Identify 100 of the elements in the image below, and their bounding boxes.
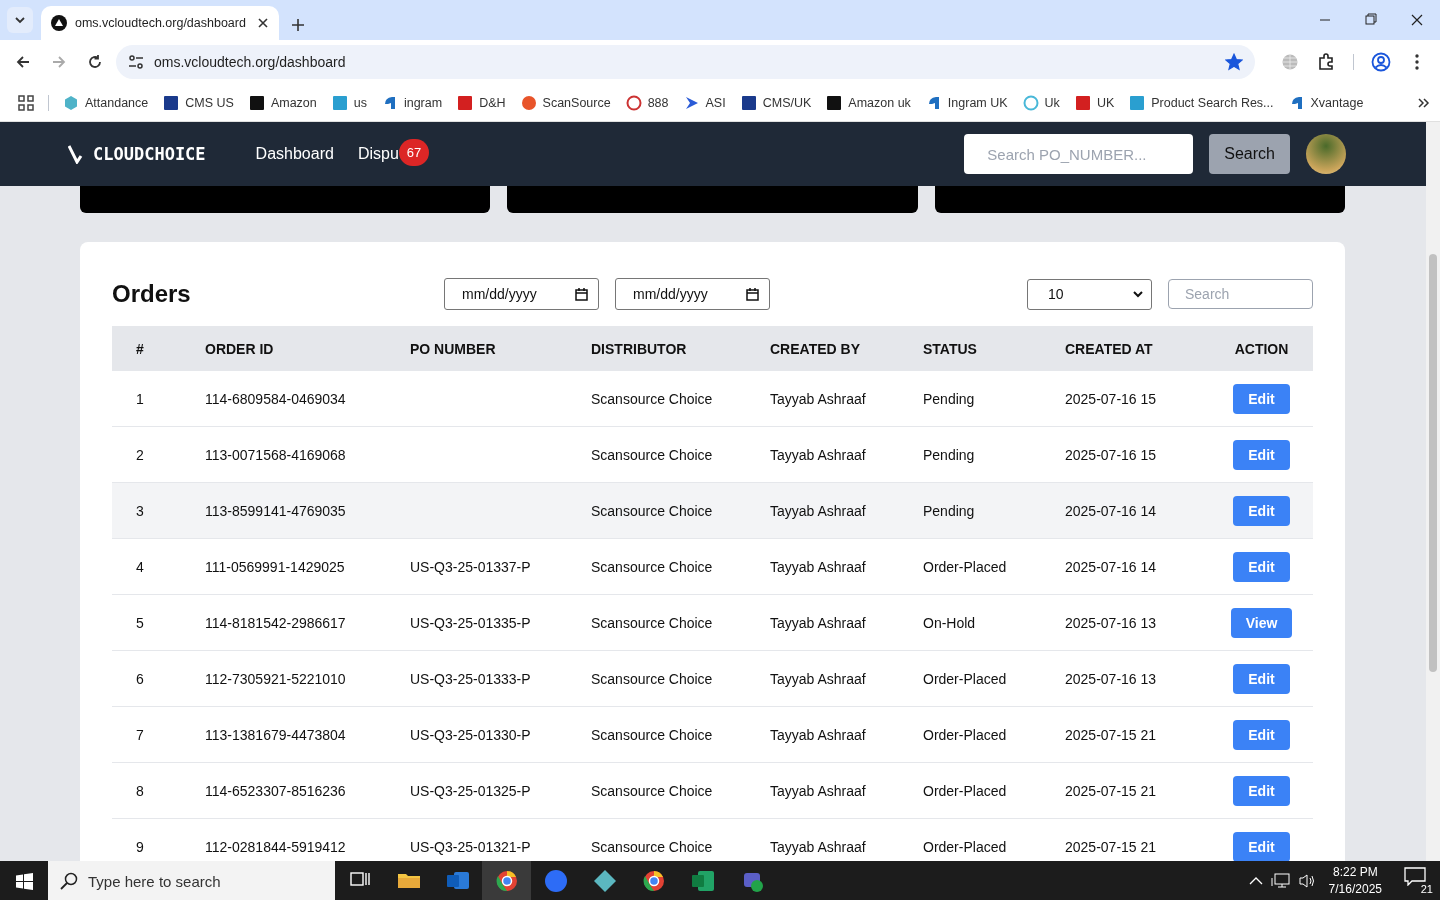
nav-link[interactable]: Dashboard xyxy=(255,145,334,163)
table-cell-text: US-Q3-25-01321-P xyxy=(410,838,532,855)
bookmark-item[interactable]: ASI xyxy=(677,94,732,111)
bookmark-icon xyxy=(520,94,537,111)
date-field[interactable]: mm/dd/yyyy xyxy=(444,278,599,310)
search-field[interactable]: Search xyxy=(1168,279,1313,309)
action-button[interactable]: View xyxy=(1230,607,1293,638)
table-cell-text: Tayyab Ashraaf xyxy=(770,446,867,463)
date-field[interactable]: mm/dd/yyyy xyxy=(615,278,770,310)
apps-icon[interactable] xyxy=(18,94,34,111)
url-text: oms.vcloudtech.org/dashboard xyxy=(154,54,347,70)
nav-link[interactable]: Dispu xyxy=(357,145,399,163)
close-icon[interactable] xyxy=(257,17,269,29)
new-tab-icon[interactable] xyxy=(291,18,305,32)
scrollbar-thumb[interactable] xyxy=(1429,254,1437,672)
scrollbar[interactable] xyxy=(1426,122,1440,861)
bookmark-item[interactable]: Xvantage xyxy=(1282,94,1370,111)
action-button[interactable]: Edit xyxy=(1233,551,1290,582)
table-cell-text: Tayyab Ashraaf xyxy=(770,838,867,855)
bookmark-icon xyxy=(331,94,348,111)
table-cell-text: Pending xyxy=(923,502,976,519)
bookmark-item[interactable]: 888 xyxy=(619,94,675,111)
bookmark-item[interactable]: us xyxy=(325,94,373,111)
table-cell-text: Scansource Choice xyxy=(591,614,714,631)
browser-icon[interactable] xyxy=(494,869,519,893)
site-settings-icon[interactable] xyxy=(128,54,144,70)
network-icon[interactable] xyxy=(1270,873,1291,889)
menu-icon[interactable] xyxy=(1415,54,1419,70)
table-cell-text: US-Q3-25-01325-P xyxy=(410,782,532,799)
bookmark-item[interactable]: ScanSource xyxy=(514,94,617,111)
table-cell-text: Scansource Choice xyxy=(591,838,714,855)
bookmark-item[interactable]: Attandance xyxy=(57,94,155,111)
spreadsheet-icon[interactable] xyxy=(690,869,715,893)
windows-icon[interactable] xyxy=(15,872,33,890)
tab-title: oms.vcloudtech.org/dashboard xyxy=(75,16,247,30)
column-header: # xyxy=(135,340,145,357)
action-button[interactable]: Edit xyxy=(1233,439,1290,470)
search-button[interactable]: Search xyxy=(1209,134,1290,174)
chevron-icon[interactable] xyxy=(1418,96,1430,109)
bookmark-item[interactable]: ingram xyxy=(375,94,449,111)
bookmark-item[interactable]: CMS US xyxy=(157,94,240,111)
bookmark-item[interactable]: Amazon xyxy=(242,94,323,111)
action-button[interactable]: Edit xyxy=(1233,663,1290,694)
avatar[interactable] xyxy=(1306,134,1346,174)
bookmark-icon xyxy=(1022,94,1039,111)
table-cell-text: 2025-07-16 13 xyxy=(1065,670,1158,687)
volume-icon[interactable] xyxy=(1298,873,1317,889)
video-call-icon[interactable] xyxy=(543,869,568,893)
bookmark-item[interactable]: CMS/UK xyxy=(734,94,818,111)
calendar-icon[interactable] xyxy=(746,287,759,301)
table-cell-text: 6 xyxy=(135,670,145,687)
diamond-icon[interactable] xyxy=(592,869,617,893)
search-field[interactable]: Type here to search xyxy=(48,861,335,900)
table-cell-text: 114-6523307-8516236 xyxy=(205,782,347,799)
back-icon[interactable] xyxy=(15,54,31,70)
table-cell-text: Tayyab Ashraaf xyxy=(770,502,867,519)
table-cell-text: 112-7305921-5221010 xyxy=(205,670,347,687)
bookmark-item[interactable]: D&H xyxy=(451,94,512,111)
table-cell-text: 2025-07-16 15 xyxy=(1065,390,1158,407)
table-cell-text: Scansource Choice xyxy=(591,390,714,407)
logo-text: CLOUDCHOICE xyxy=(93,144,206,164)
table-cell-text: Order-Placed xyxy=(923,726,1008,743)
table-cell-text: Pending xyxy=(923,390,976,407)
table-cell-text: Order-Placed xyxy=(923,782,1008,799)
bookmark-icon xyxy=(625,94,642,111)
action-button[interactable]: Edit xyxy=(1233,383,1290,414)
notifications-button[interactable]: 21 xyxy=(1404,866,1434,896)
bookmark-item[interactable]: Product Search Res... xyxy=(1123,94,1280,111)
table-cell-text: US-Q3-25-01337-P xyxy=(410,558,532,575)
chevron-up-icon[interactable] xyxy=(1248,876,1263,886)
action-button[interactable]: Edit xyxy=(1233,775,1290,806)
bookmark-item[interactable]: UK xyxy=(1068,94,1121,111)
table-cell-text: Tayyab Ashraaf xyxy=(770,726,867,743)
bookmark-icon xyxy=(826,94,843,111)
action-button[interactable]: Edit xyxy=(1233,495,1290,526)
bookmark-star-icon[interactable] xyxy=(1225,53,1243,71)
bookmark-icon xyxy=(1074,94,1091,111)
page-size-select[interactable]: 10 xyxy=(1027,278,1152,310)
extensions-icon[interactable] xyxy=(1317,53,1335,71)
table-cell-text: 2025-07-16 14 xyxy=(1065,558,1158,575)
calendar-icon[interactable] xyxy=(575,287,588,301)
column-header: PO NUMBER xyxy=(410,340,497,357)
bookmark-item[interactable]: Ingram UK xyxy=(919,94,1014,111)
tab-list-button[interactable] xyxy=(7,7,33,33)
reload-icon[interactable] xyxy=(87,54,103,70)
table-cell-text: 111-0569991-1429025 xyxy=(205,558,346,575)
bookmark-item[interactable]: Amazon uk xyxy=(820,94,917,111)
browser-icon[interactable] xyxy=(641,869,666,893)
address-bar[interactable]: oms.vcloudtech.org/dashboard xyxy=(116,45,1255,79)
action-button[interactable]: Edit xyxy=(1233,831,1290,861)
browser-tab[interactable]: oms.vcloudtech.org/dashboard xyxy=(41,6,279,40)
bookmark-item[interactable]: Uk xyxy=(1016,94,1066,111)
column-header: ORDER ID xyxy=(205,340,275,357)
search-field[interactable]: Search PO_NUMBER... xyxy=(964,134,1194,174)
profile-icon[interactable] xyxy=(1371,52,1391,72)
action-button[interactable]: Edit xyxy=(1233,719,1290,750)
table-cell-text: 2 xyxy=(135,446,145,463)
table-cell-text: Order-Placed xyxy=(923,838,1008,855)
clock[interactable]: 8:22 PM 7/16/2025 xyxy=(1328,864,1382,898)
bookmark-icon xyxy=(248,94,265,111)
